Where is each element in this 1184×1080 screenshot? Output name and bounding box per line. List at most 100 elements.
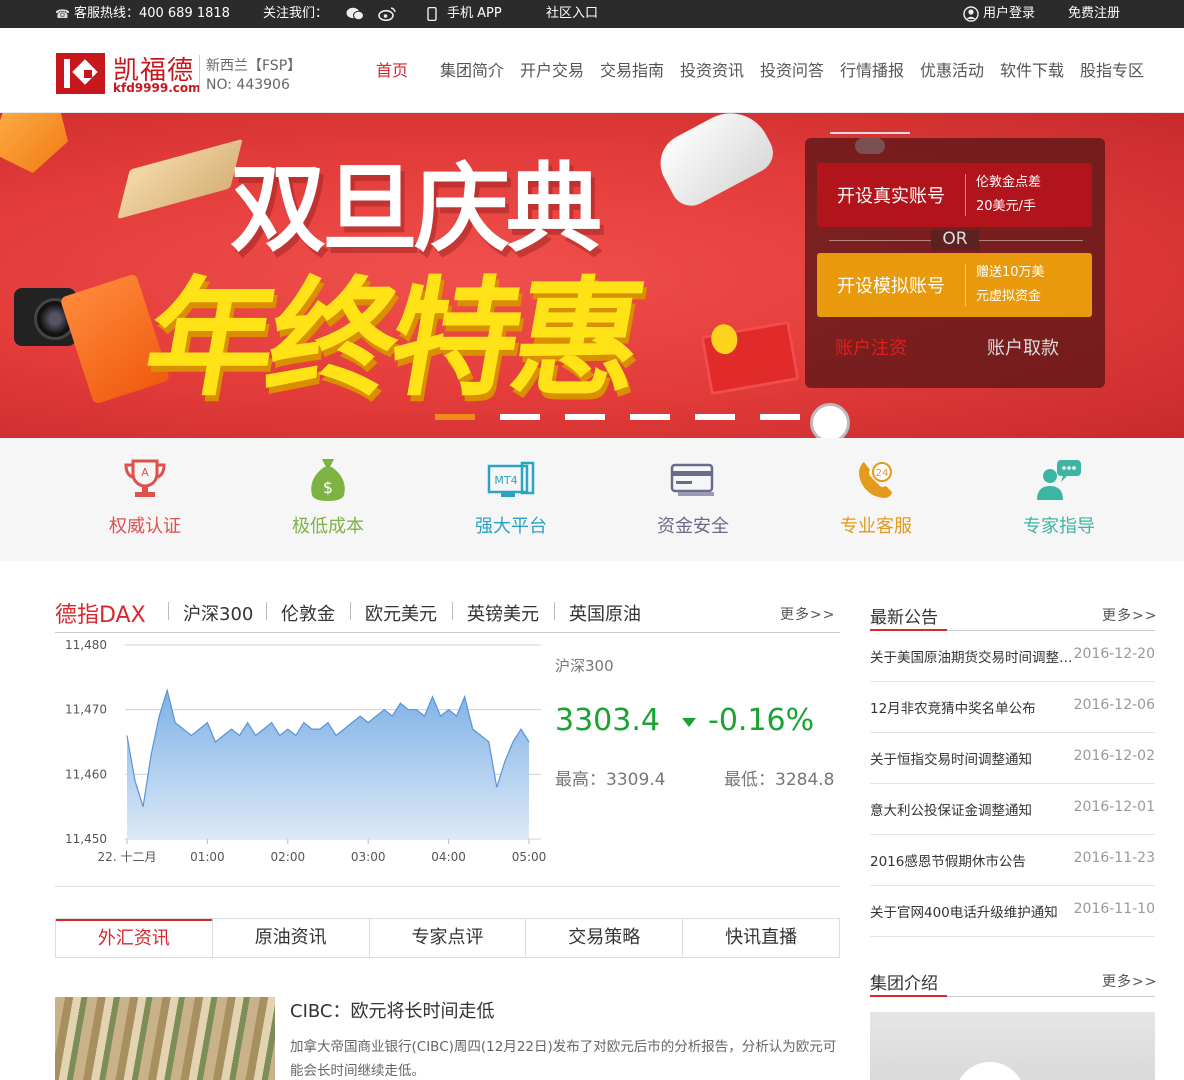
feature-label: 权威认证 — [109, 516, 181, 537]
logo-divider — [199, 55, 200, 93]
quote-value: 3303.4 — [555, 703, 660, 738]
promo-banner[interactable]: 双旦庆典 年终特惠 开设真实账号 伦敦金点差 20美元/手 OR 开设模拟账号 … — [0, 113, 1184, 438]
news-tab-expert[interactable]: 专家点评 — [368, 919, 526, 957]
deposit-link[interactable]: 账户注资 — [835, 334, 907, 360]
demo-account-desc2: 元虚拟资金 — [976, 289, 1042, 304]
news-tab-forex[interactable]: 外汇资讯 — [56, 919, 212, 957]
announcement-item[interactable]: 意大利公投保证金调整通知 2016-12-01 — [870, 784, 1155, 835]
announcement-date: 2016-12-02 — [1073, 748, 1155, 764]
feature-platform[interactable]: MT4 强大平台 — [436, 458, 586, 538]
or-text: OR — [942, 229, 968, 249]
market-tab-gold[interactable]: 伦敦金 — [281, 600, 335, 626]
announcements-more-link[interactable]: 更多>> — [1102, 605, 1157, 625]
announcement-item[interactable]: 关于官网400电话升级维护通知 2016-11-10 — [870, 886, 1155, 937]
svg-text:MT4: MT4 — [494, 474, 517, 487]
slide-dot[interactable] — [500, 414, 540, 420]
svg-text:A: A — [141, 466, 149, 479]
feature-fund-safety[interactable]: 资金安全 — [618, 458, 768, 538]
mobile-icon — [427, 7, 437, 21]
market-tab-gbpusd[interactable]: 英镑美元 — [467, 600, 539, 626]
demo-account-label: 开设模拟账号 — [837, 276, 945, 297]
nav-software-download[interactable]: 软件下载 — [1000, 28, 1064, 113]
price-chart: 11,480 11,470 11,460 11,450 22. 十二月 01:00 02:… — [65, 638, 547, 864]
x-tick-label: 05:00 — [512, 850, 547, 864]
mobile-app-text: 手机 APP — [447, 6, 502, 21]
withdraw-link[interactable]: 账户取款 — [987, 334, 1059, 360]
market-tab-dax[interactable]: 德指DAX — [55, 597, 146, 629]
open-demo-account-button[interactable]: 开设模拟账号 赠送10万美 元虚拟资金 — [817, 253, 1092, 317]
regulation-line2: NO: 443906 — [206, 77, 290, 93]
svg-text:$: $ — [323, 478, 333, 497]
nav-open-account[interactable]: 开户交易 — [520, 28, 584, 113]
market-tab-brent[interactable]: 英国原油 — [569, 600, 641, 626]
top-bar: ☎ 客服热线：400 689 1818 关注我们： 手机 APP 社区入口 用户… — [0, 0, 1184, 28]
nav-promotions[interactable]: 优惠活动 — [920, 28, 984, 113]
nav-group-intro[interactable]: 集团简介 — [440, 28, 504, 113]
svg-text:24: 24 — [876, 468, 889, 479]
feature-authority[interactable]: A 权威认证 — [70, 458, 220, 538]
mobile-app-link[interactable]: 手机 APP — [427, 0, 502, 28]
feature-strip: A 权威认证 $ 极低成本 MT4 强大平台 资金安全 24 专业客服 专家指导 — [0, 438, 1184, 561]
announcement-item[interactable]: 12月非农竞猜中奖名单公布 2016-12-06 — [870, 682, 1155, 733]
announcement-title: 12月非农竞猜中奖名单公布 — [870, 701, 1036, 717]
logo-mark[interactable] — [56, 53, 105, 94]
announcement-title: 意大利公投保证金调整通知 — [870, 803, 1032, 819]
nav-trading-guide[interactable]: 交易指南 — [600, 28, 664, 113]
real-account-desc2: 20美元/手 — [976, 199, 1036, 214]
login-text: 用户登录 — [983, 6, 1036, 21]
slide-dot[interactable] — [760, 414, 800, 420]
x-tick-label: 04:00 — [431, 850, 466, 864]
market-tab-csi300[interactable]: 沪深300 — [183, 600, 253, 626]
feature-service[interactable]: 24 专业客服 — [801, 458, 951, 538]
y-tick-label: 11,450 — [65, 832, 107, 846]
regulation-line1: 新西兰【FSP】 — [206, 58, 302, 74]
slide-dot[interactable] — [630, 414, 670, 420]
feature-expert[interactable]: 专家指导 — [984, 458, 1134, 538]
hotline-text: 客服热线：400 689 1818 — [73, 6, 230, 21]
group-intro-more-link[interactable]: 更多>> — [1102, 971, 1157, 991]
nav-index-zone[interactable]: 股指专区 — [1080, 28, 1144, 113]
announcement-item[interactable]: 关于美国原油期货交易时间调整通知 2016-12-20 — [870, 631, 1155, 682]
announcement-title: 关于美国原油期货交易时间调整通知 — [870, 650, 1075, 666]
weibo-icon[interactable] — [378, 0, 396, 28]
slide-dot[interactable] — [565, 414, 605, 420]
card-safe-icon — [618, 458, 768, 502]
site-header: 凯福德 kfd9999.com 新西兰【FSP】 NO: 443906 首页 集… — [0, 28, 1184, 113]
news-tab-strategy[interactable]: 交易策略 — [525, 919, 683, 957]
trophy-icon: A — [70, 458, 220, 502]
nav-invest-news[interactable]: 投资资讯 — [680, 28, 744, 113]
market-tab-eurusd[interactable]: 欧元美元 — [365, 600, 437, 626]
announcement-item[interactable]: 2016感恩节假期休市公告 2016-11-23 — [870, 835, 1155, 886]
login-link[interactable]: 用户登录 — [963, 0, 1035, 28]
group-intro-image[interactable] — [870, 1012, 1155, 1080]
announcement-title: 2016感恩节假期休市公告 — [870, 854, 1026, 870]
hotline: ☎ 客服热线：400 689 1818 — [55, 0, 230, 28]
slide-dot[interactable] — [695, 414, 735, 420]
open-real-account-button[interactable]: 开设真实账号 伦敦金点差 20美元/手 — [817, 163, 1092, 227]
announcement-date: 2016-12-06 — [1073, 697, 1155, 713]
feature-label: 强大平台 — [475, 516, 547, 537]
banner-subheadline: 年终特惠 — [134, 265, 650, 414]
news-thumbnail[interactable] — [55, 997, 275, 1080]
news-tabs: 外汇资讯 原油资讯 专家点评 交易策略 快讯直播 — [55, 918, 840, 958]
feature-low-cost[interactable]: $ 极低成本 — [253, 458, 403, 538]
follow-us: 关注我们： — [263, 0, 328, 28]
announcement-item[interactable]: 关于恒指交易时间调整通知 2016-12-02 — [870, 733, 1155, 784]
slide-dot[interactable] — [435, 414, 475, 420]
news-tab-oil[interactable]: 原油资讯 — [211, 919, 369, 957]
nav-home[interactable]: 首页 — [376, 28, 408, 113]
community-link[interactable]: 社区入口 — [546, 0, 598, 28]
quote-low: 最低：3284.8 — [724, 770, 835, 790]
expert-chat-icon — [984, 458, 1134, 502]
register-link[interactable]: 免费注册 — [1068, 0, 1120, 28]
x-tick-label: 22. 十二月 — [98, 850, 157, 864]
nav-invest-qa[interactable]: 投资问答 — [760, 28, 824, 113]
news-tab-live[interactable]: 快讯直播 — [682, 919, 839, 957]
x-tick-label: 01:00 — [190, 850, 225, 864]
news-title[interactable]: CIBC：欧元将长时间走低 — [290, 997, 494, 1023]
laptop-image — [117, 138, 243, 220]
nav-market-broadcast[interactable]: 行情播报 — [840, 28, 904, 113]
wechat-icon[interactable] — [346, 0, 364, 28]
market-more-link[interactable]: 更多>> — [780, 604, 835, 624]
real-account-label: 开设真实账号 — [837, 186, 945, 207]
